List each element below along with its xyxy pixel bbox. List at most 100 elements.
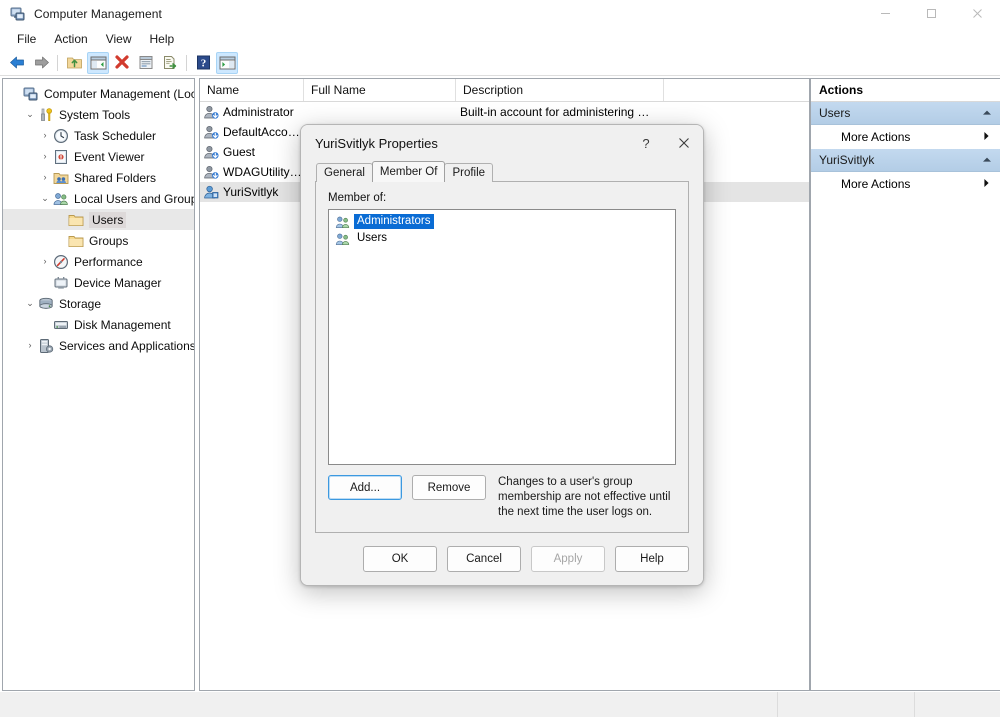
user-icon	[203, 124, 219, 140]
column-header-name[interactable]: Name	[200, 79, 304, 101]
menu-help[interactable]: Help	[141, 30, 184, 48]
tree-node-computer-management-local[interactable]: Computer Management (Local)	[3, 83, 194, 104]
ok-button[interactable]: OK	[363, 546, 437, 572]
user-icon	[203, 144, 219, 160]
help-button[interactable]: Help	[615, 546, 689, 572]
window-title: Computer Management	[34, 6, 162, 21]
disk-management-icon	[53, 317, 69, 333]
user-name-label: YuriSvitlyk	[223, 185, 279, 199]
table-row[interactable]: Administrator Built-in account for admini…	[200, 102, 809, 122]
chevron-down-icon[interactable]: ⌄	[22, 110, 38, 119]
cancel-button[interactable]: Cancel	[447, 546, 521, 572]
tree-node-label: Storage	[59, 296, 102, 311]
tab-member-of[interactable]: Member Of	[371, 161, 446, 182]
cell-name: YuriSvitlyk	[200, 184, 304, 200]
column-header-blank[interactable]	[664, 79, 809, 101]
dialog-help-button[interactable]: ?	[627, 125, 665, 161]
tab-profile[interactable]: Profile	[444, 163, 494, 182]
add-button[interactable]: Add...	[328, 475, 402, 500]
actions-menu-item-label: More Actions	[841, 130, 911, 144]
actions-groups: Users More Actions YuriSvitlyk More Actions	[811, 102, 1000, 196]
member-actions-row: Add... Remove Changes to a user's group …	[328, 475, 676, 520]
member-of-listbox[interactable]: Administrators Users	[328, 209, 676, 465]
tab-general[interactable]: General	[316, 163, 373, 182]
actions-group-header[interactable]: Users	[811, 102, 1000, 125]
group-icon	[335, 214, 351, 230]
folder-icon	[68, 212, 84, 228]
forward-icon[interactable]	[30, 52, 52, 74]
tree-node-label: Computer Management (Local)	[44, 86, 195, 101]
remove-button[interactable]: Remove	[412, 475, 486, 500]
menu-view[interactable]: View	[97, 30, 141, 48]
maximize-button[interactable]	[908, 0, 954, 27]
menubar: File Action View Help	[0, 27, 1000, 50]
tree-node-services-and-applications[interactable]: › Services and Applications	[3, 335, 194, 356]
menu-file[interactable]: File	[8, 30, 45, 48]
group-name-label: Administrators	[354, 214, 434, 229]
help-icon[interactable]: ?	[192, 52, 214, 74]
event-viewer-icon	[53, 149, 69, 165]
tree-node-label: Shared Folders	[74, 170, 157, 185]
chevron-down-icon[interactable]: ⌄	[37, 194, 53, 203]
list-item[interactable]: Administrators	[331, 213, 673, 230]
actions-menu-item[interactable]: More Actions	[811, 125, 1000, 149]
chevron-right-icon[interactable]: ›	[37, 257, 53, 266]
tree-node-groups[interactable]: Groups	[3, 230, 194, 251]
status-cell-2	[778, 692, 915, 717]
chevron-right-icon[interactable]: ›	[37, 173, 53, 182]
folder-icon	[68, 233, 84, 249]
up-folder-icon[interactable]	[63, 52, 85, 74]
tree-node-local-users-and-groups[interactable]: ⌄ Local Users and Groups	[3, 188, 194, 209]
minimize-button[interactable]	[862, 0, 908, 27]
show-hide-tree-icon[interactable]	[87, 51, 109, 74]
user-properties-dialog: YuriSvitlyk Properties ? General Member O…	[300, 124, 704, 586]
tree-node-task-scheduler[interactable]: › Task Scheduler	[3, 125, 194, 146]
tree-node-device-manager[interactable]: Device Manager	[3, 272, 194, 293]
toolbar: ?	[0, 50, 1000, 76]
member-of-panel: Member of: Administrators Users Add... Re…	[315, 181, 689, 533]
chevron-right-icon[interactable]: ›	[22, 341, 38, 350]
tree-node-shared-folders[interactable]: › Shared Folders	[3, 167, 194, 188]
column-header-full-name[interactable]: Full Name	[304, 79, 456, 101]
group-icon	[335, 231, 351, 247]
tree-node-event-viewer[interactable]: › Event Viewer	[3, 146, 194, 167]
chevron-up-icon[interactable]	[982, 109, 992, 118]
chevron-right-icon[interactable]: ›	[37, 131, 53, 140]
statusbar	[0, 691, 1000, 717]
console-tree: Computer Management (Local) ⌄ System Tools…	[3, 79, 194, 356]
services-icon	[38, 338, 54, 354]
tree-node-storage[interactable]: ⌄ Storage	[3, 293, 194, 314]
properties-icon[interactable]	[135, 52, 157, 74]
chevron-right-icon[interactable]: ›	[37, 152, 53, 161]
tree-node-label: Task Scheduler	[74, 128, 157, 143]
chevron-down-icon[interactable]: ⌄	[22, 299, 38, 308]
dialog-close-button[interactable]	[665, 125, 703, 161]
cell-name: DefaultAcco…	[200, 124, 304, 140]
toolbar-separator	[57, 54, 58, 71]
close-button[interactable]	[954, 0, 1000, 27]
list-item[interactable]: Users	[331, 230, 673, 247]
status-cell-main	[0, 692, 778, 717]
export-list-icon[interactable]	[159, 52, 181, 74]
menu-action[interactable]: Action	[45, 30, 96, 48]
system-tools-icon	[38, 107, 54, 123]
chevron-right-icon	[983, 131, 990, 143]
show-action-pane-icon[interactable]	[216, 51, 238, 74]
actions-menu-item[interactable]: More Actions	[811, 172, 1000, 196]
actions-group-header[interactable]: YuriSvitlyk	[811, 149, 1000, 172]
tree-node-system-tools[interactable]: ⌄ System Tools	[3, 104, 194, 125]
tree-node-disk-management[interactable]: Disk Management	[3, 314, 194, 335]
chevron-up-icon[interactable]	[982, 156, 992, 165]
tree-node-users[interactable]: Users	[3, 209, 194, 230]
delete-icon[interactable]	[111, 52, 133, 74]
tree-node-performance[interactable]: › Performance	[3, 251, 194, 272]
tree-node-label: Groups	[89, 233, 129, 248]
user-active-icon	[203, 184, 219, 200]
actions-title: Actions	[811, 79, 1000, 102]
cell-name: Guest	[200, 144, 304, 160]
back-icon[interactable]	[6, 52, 28, 74]
user-name-label: Guest	[223, 145, 256, 159]
column-header-description[interactable]: Description	[456, 79, 664, 101]
actions-menu-item-label: More Actions	[841, 177, 911, 191]
cell-name: Administrator	[200, 104, 304, 120]
